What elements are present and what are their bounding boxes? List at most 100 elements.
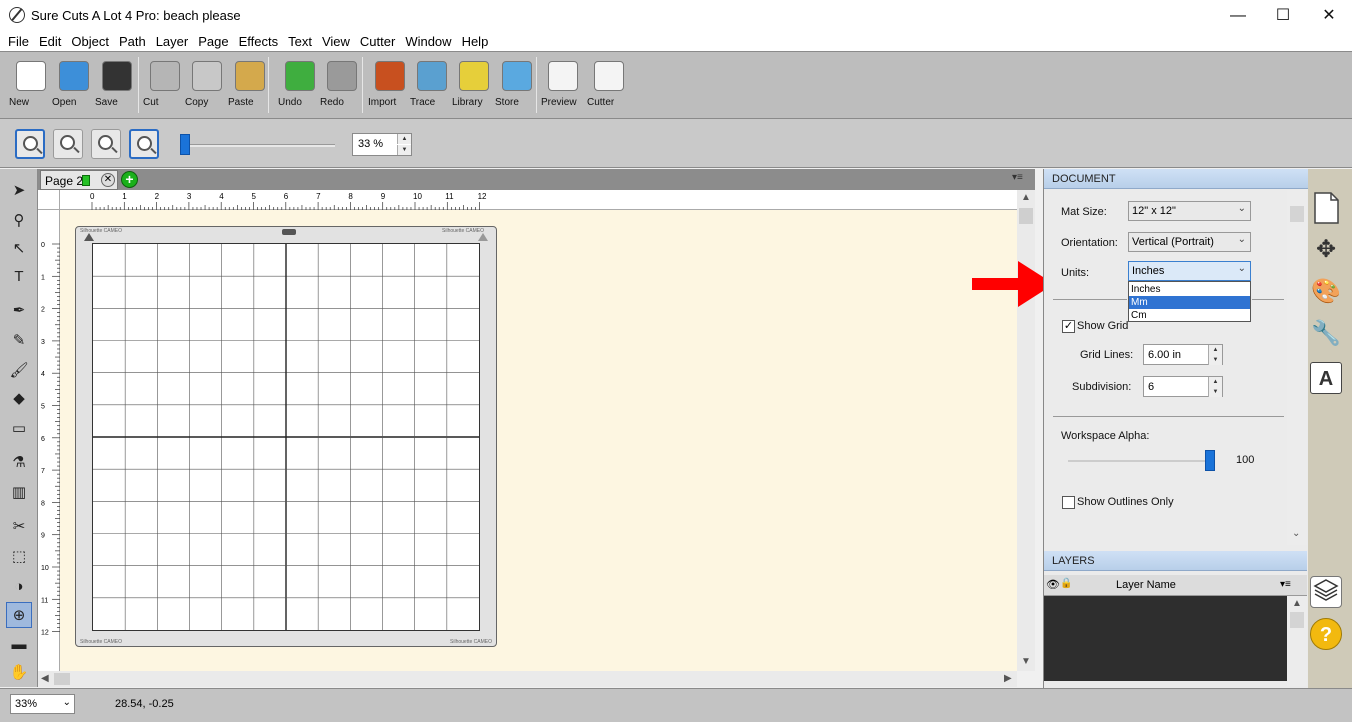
tab-menu-icon[interactable]: ▾≡ xyxy=(1012,172,1032,186)
wrench-icon[interactable]: 🔧 xyxy=(1310,318,1342,350)
zoom-actual-button[interactable] xyxy=(91,129,121,159)
menu-file[interactable]: File xyxy=(3,34,34,49)
menu-view[interactable]: View xyxy=(317,34,355,49)
preview-button[interactable]: Preview xyxy=(541,58,585,114)
trace-button[interactable]: Trace xyxy=(410,58,454,114)
paste-button[interactable]: Paste xyxy=(228,58,272,114)
eraser-icon[interactable]: ◆ xyxy=(6,386,32,412)
node-edit-icon[interactable]: ⚲ xyxy=(6,208,32,234)
text-size-icon[interactable]: A xyxy=(1310,362,1342,394)
document-panel-scroll-thumb[interactable] xyxy=(1290,206,1304,222)
zoom-spin-down[interactable]: ▼ xyxy=(397,145,411,155)
canvas-vscroll-thumb[interactable] xyxy=(1019,208,1033,224)
close-tab-icon[interactable]: ✕ xyxy=(101,173,115,187)
pen-tool-icon[interactable]: ✒ xyxy=(6,298,32,324)
zoom-out-button[interactable] xyxy=(53,129,83,159)
workspace-alpha-slider-track[interactable] xyxy=(1068,460,1208,462)
zoom-spin-up[interactable]: ▲ xyxy=(397,134,411,144)
scroll-left-icon[interactable]: ◀ xyxy=(41,673,49,684)
eyedropper-icon[interactable]: ⚗ xyxy=(6,450,32,476)
scroll-up-icon[interactable]: ▲ xyxy=(1021,192,1031,203)
grid-lines-spin-up[interactable]: ▲ xyxy=(1208,345,1222,355)
minimize-button[interactable]: — xyxy=(1215,0,1261,31)
scroll-up-icon[interactable]: ▲ xyxy=(1292,598,1302,609)
layers-stack-icon[interactable] xyxy=(1310,576,1342,608)
scroll-down-icon[interactable]: ▼ xyxy=(1021,656,1031,667)
add-page-button[interactable]: + xyxy=(121,171,138,188)
undo-button[interactable]: Undo xyxy=(278,58,322,114)
library-button[interactable]: Library xyxy=(452,58,496,114)
layers-scroll-thumb[interactable] xyxy=(1290,612,1304,628)
rectangle-tool-icon[interactable]: ▭ xyxy=(6,416,32,442)
grid-lines-field[interactable]: 6.00 in ▲ ▼ xyxy=(1143,344,1223,365)
units-option-inches[interactable]: Inches xyxy=(1129,283,1250,296)
ruler-tool-icon[interactable]: ▬ xyxy=(6,632,32,658)
help-icon[interactable]: ? xyxy=(1310,618,1342,650)
document-page-icon[interactable] xyxy=(1310,192,1342,224)
subdivision-spin-up[interactable]: ▲ xyxy=(1208,377,1222,387)
subdivision-field[interactable]: 6 ▲ ▼ xyxy=(1143,376,1223,397)
chevron-down-icon[interactable]: ⌄ xyxy=(1292,528,1300,539)
gradient-icon[interactable]: ▥ xyxy=(6,480,32,506)
subdivision-spin-down[interactable]: ▼ xyxy=(1208,387,1222,397)
new-button[interactable]: New xyxy=(9,58,53,114)
grid-lines-spin-down[interactable]: ▼ xyxy=(1208,355,1222,365)
visibility-eye-icon[interactable]: 👁 xyxy=(1046,578,1060,591)
brush-icon[interactable]: 🖌 xyxy=(6,358,32,384)
subselect-icon[interactable]: ↖ xyxy=(6,236,32,262)
zoom-percent-field[interactable]: 33 % ▲ ▼ xyxy=(352,133,412,156)
menu-window[interactable]: Window xyxy=(400,34,456,49)
zoom-slider-track[interactable] xyxy=(180,144,335,147)
status-zoom-select[interactable]: 33% ⌄ xyxy=(10,694,75,714)
menu-path[interactable]: Path xyxy=(114,34,151,49)
units-option-mm[interactable]: Mm xyxy=(1129,296,1250,309)
menu-text[interactable]: Text xyxy=(283,34,317,49)
move-arrows-icon[interactable]: ✥ xyxy=(1310,234,1342,266)
canvas-hscroll-thumb[interactable] xyxy=(54,673,70,685)
open-button[interactable]: Open xyxy=(52,58,96,114)
maximize-button[interactable]: ☐ xyxy=(1260,0,1306,31)
menu-object[interactable]: Object xyxy=(66,34,114,49)
units-option-cm[interactable]: Cm xyxy=(1129,309,1250,322)
save-button[interactable]: Save xyxy=(95,58,139,114)
store-button[interactable]: Store xyxy=(495,58,539,114)
zoom-tool-icon[interactable]: ⊕ xyxy=(6,602,32,628)
close-button[interactable]: ✕ xyxy=(1306,0,1352,31)
page-tab[interactable]: Page 2 ✕ xyxy=(40,170,118,190)
lock-icon[interactable]: 🔒 xyxy=(1060,578,1072,589)
text-tool-icon[interactable]: T xyxy=(6,264,32,290)
redo-button[interactable]: Redo xyxy=(320,58,364,114)
menu-effects[interactable]: Effects xyxy=(234,34,284,49)
pencil-icon[interactable]: ✎ xyxy=(6,328,32,354)
document-panel-scrollbar[interactable]: ⌄ xyxy=(1287,190,1307,545)
zoom-in-button[interactable] xyxy=(15,129,45,159)
show-outlines-checkbox[interactable] xyxy=(1062,496,1075,509)
orientation-select[interactable]: Vertical (Portrait) ⌄ xyxy=(1128,232,1251,252)
show-grid-checkbox[interactable]: ✓ xyxy=(1062,320,1075,333)
transform-icon[interactable]: ⬚ xyxy=(6,544,32,570)
palette-icon[interactable]: 🎨 xyxy=(1310,276,1342,308)
workspace-alpha-slider-thumb[interactable] xyxy=(1205,450,1215,471)
menu-page[interactable]: Page xyxy=(193,34,233,49)
zoom-fit-button[interactable] xyxy=(129,129,159,159)
menu-help[interactable]: Help xyxy=(457,34,494,49)
cut-button[interactable]: Cut xyxy=(143,58,187,114)
layers-list[interactable] xyxy=(1044,596,1287,681)
mat-size-select[interactable]: 12" x 12" ⌄ xyxy=(1128,201,1251,221)
scroll-right-icon[interactable]: ▶ xyxy=(1004,673,1012,684)
menu-layer[interactable]: Layer xyxy=(151,34,194,49)
units-select[interactable]: Inches ⌄ xyxy=(1128,261,1251,281)
layers-scrollbar[interactable]: ▲ xyxy=(1287,596,1307,686)
import-button[interactable]: Import xyxy=(368,58,412,114)
select-arrow-icon[interactable]: ➤ xyxy=(6,178,32,204)
copy-button[interactable]: Copy xyxy=(185,58,229,114)
menu-edit[interactable]: Edit xyxy=(34,34,66,49)
contrast-icon[interactable]: ◑ xyxy=(6,574,32,600)
knife-icon[interactable]: ✂ xyxy=(6,514,32,540)
cutter-button[interactable]: Cutter xyxy=(587,58,631,114)
zoom-slider-thumb[interactable] xyxy=(180,134,190,155)
canvas-horizontal-scrollbar[interactable]: ◀ ▶ xyxy=(38,671,1017,687)
hand-pan-icon[interactable]: ✋ xyxy=(6,660,32,686)
layers-menu-icon[interactable]: ▾≡ xyxy=(1280,579,1291,590)
menu-cutter[interactable]: Cutter xyxy=(355,34,400,49)
